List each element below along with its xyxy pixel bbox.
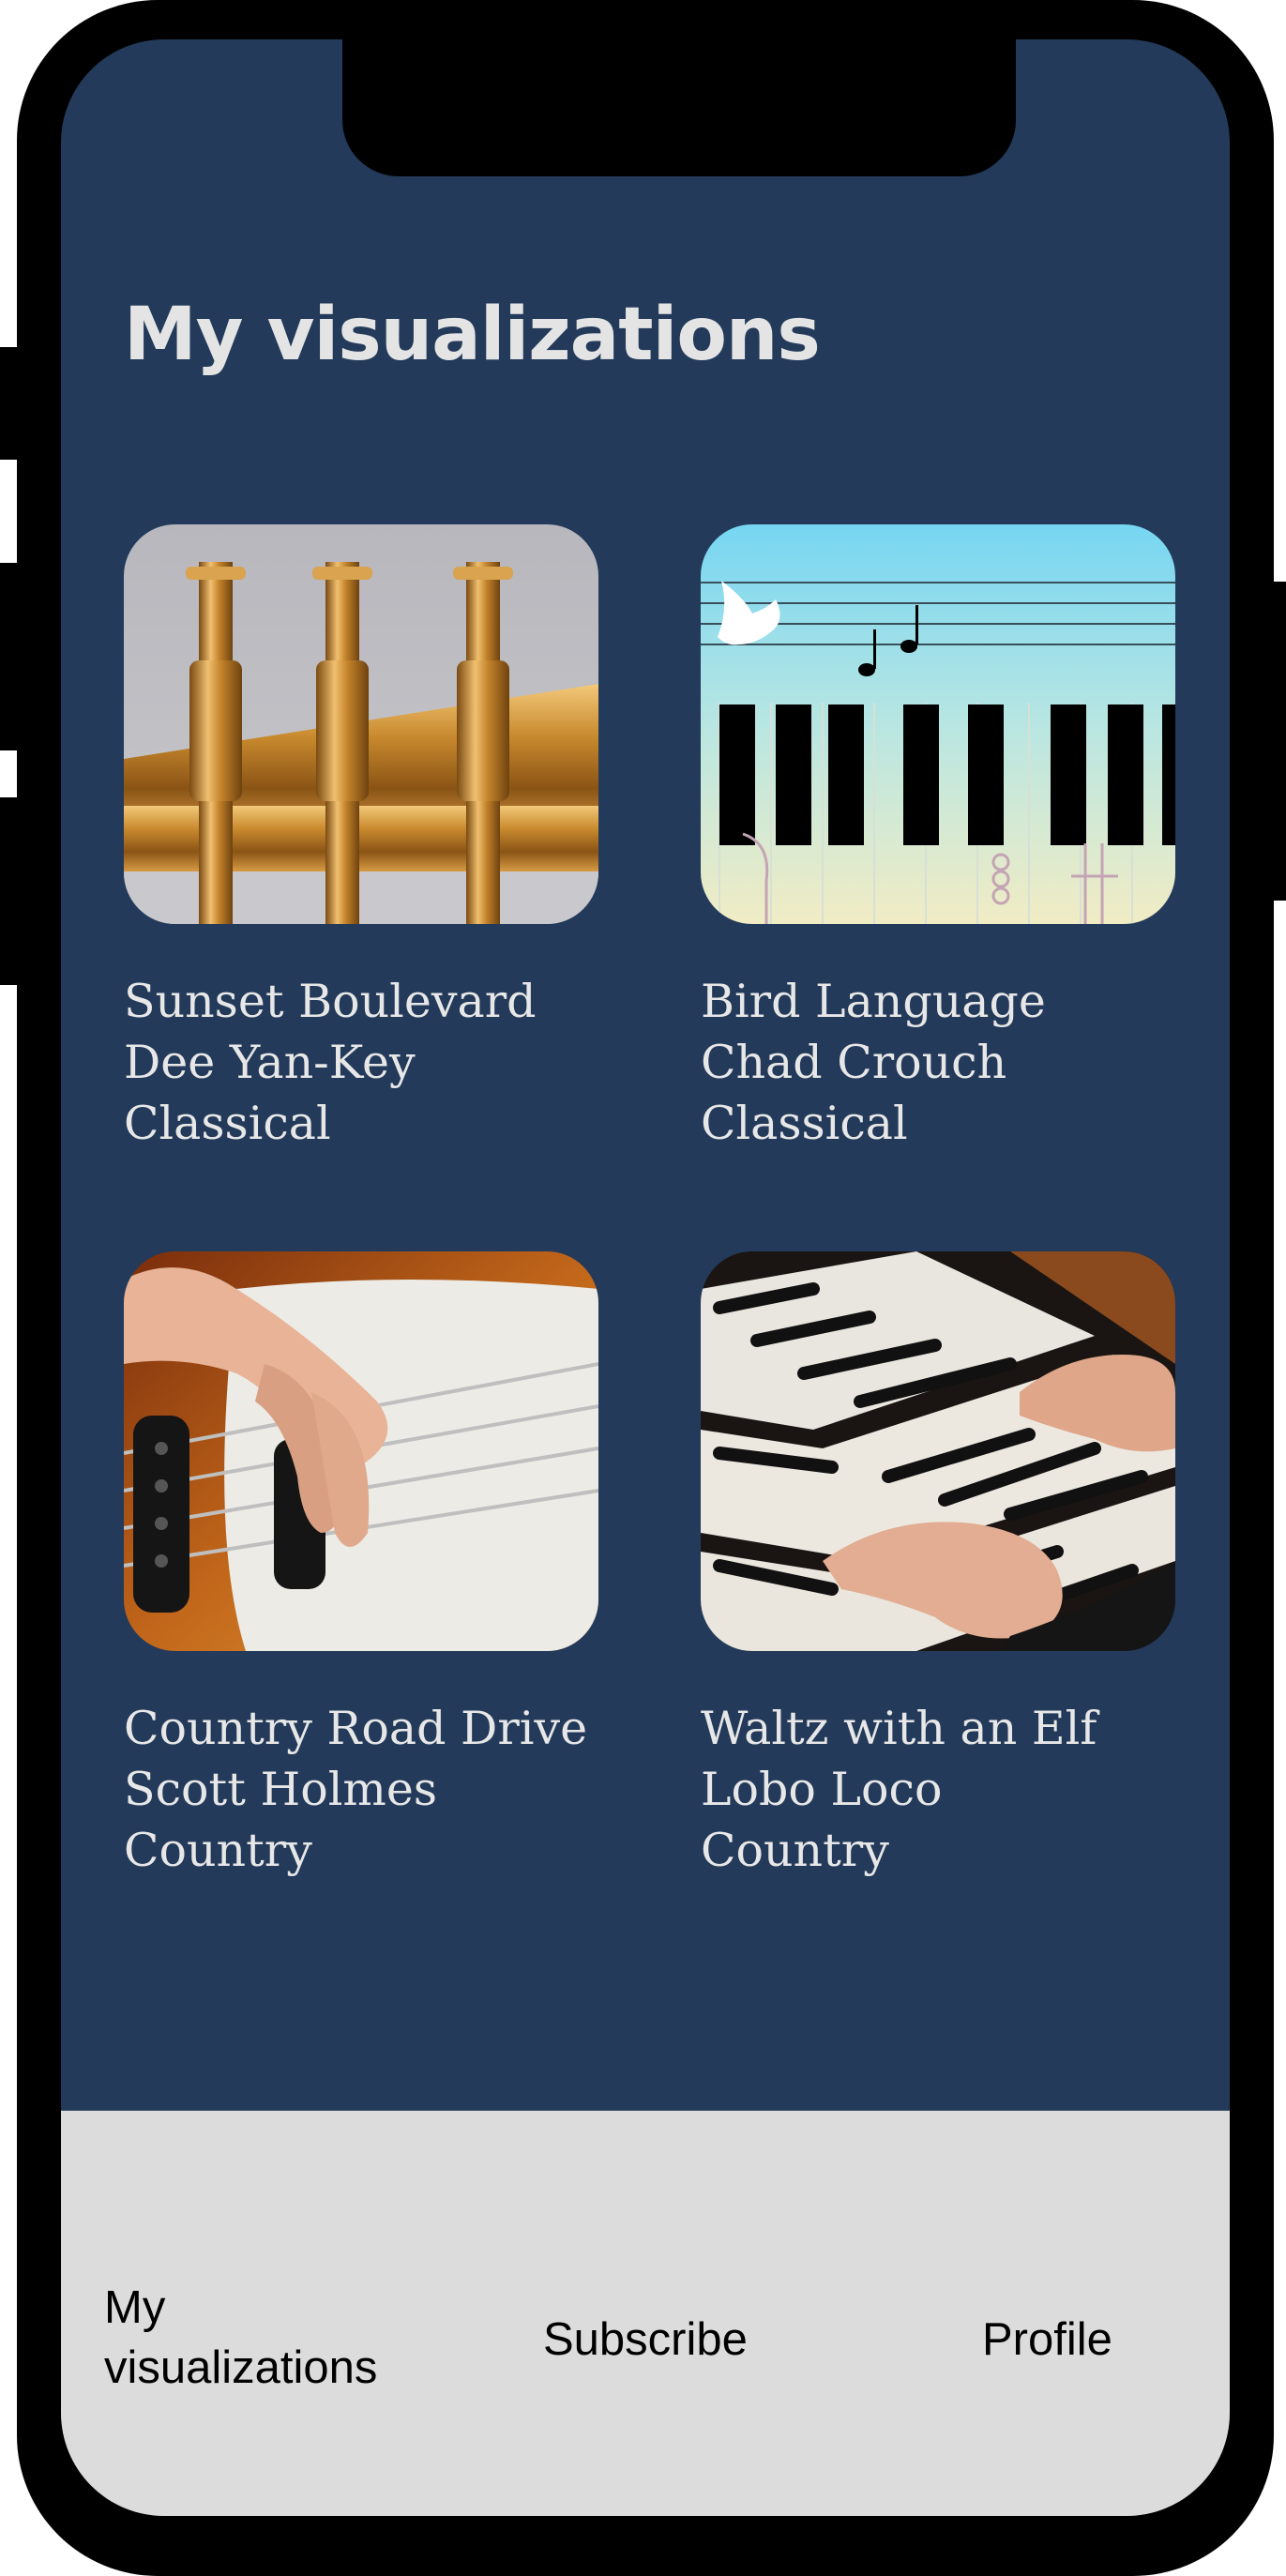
side-button-lower (0, 797, 21, 985)
organ-keys-image (701, 1251, 1175, 1651)
visualization-artist: Lobo Loco (701, 1763, 943, 1816)
visualization-artist: Chad Crouch (701, 1036, 1007, 1089)
tab-my-visualizations[interactable]: My visualizations (104, 2278, 377, 2398)
visualization-card[interactable]: Waltz with an Elf Lobo Loco Country (701, 1251, 1175, 1881)
visualization-card[interactable]: Country Road Drive Scott Holmes Country (124, 1251, 598, 1881)
page-title: My visualizations (124, 293, 821, 377)
tab-label-line1: My (104, 2282, 166, 2333)
notch (342, 39, 1016, 176)
visualization-title: Bird Language (701, 975, 1046, 1028)
app-screen: My visualizations Sunset Boulevard Dee Y… (61, 39, 1230, 2516)
tab-subscribe[interactable]: Subscribe (543, 2310, 748, 2370)
bass-guitar-image (124, 1251, 598, 1651)
side-button-top (0, 347, 21, 460)
visualization-title: Sunset Boulevard (124, 975, 537, 1028)
visualization-artist: Scott Holmes (124, 1763, 437, 1816)
visualization-card[interactable]: Sunset Boulevard Dee Yan-Key Classical (124, 524, 598, 1154)
bottom-tab-bar: My visualizations Subscribe Profile (61, 2111, 1230, 2516)
trumpet-valves-image (124, 524, 598, 924)
visualization-genre: Country (124, 1824, 312, 1877)
visualization-title: Waltz with an Elf (701, 1702, 1097, 1755)
visualization-title: Country Road Drive (124, 1702, 588, 1755)
side-button-right (1266, 582, 1286, 901)
tab-label-line2: visualizations (104, 2342, 378, 2393)
tab-profile[interactable]: Profile (982, 2310, 1112, 2370)
visualization-genre: Country (701, 1824, 889, 1877)
visualization-genre: Classical (701, 1097, 908, 1150)
visualization-artist: Dee Yan-Key (124, 1036, 416, 1089)
visualization-genre: Classical (124, 1097, 331, 1150)
bird-piano-image (701, 524, 1175, 924)
side-button-middle (0, 563, 21, 750)
visualization-card[interactable]: Bird Language Chad Crouch Classical (701, 524, 1175, 1154)
